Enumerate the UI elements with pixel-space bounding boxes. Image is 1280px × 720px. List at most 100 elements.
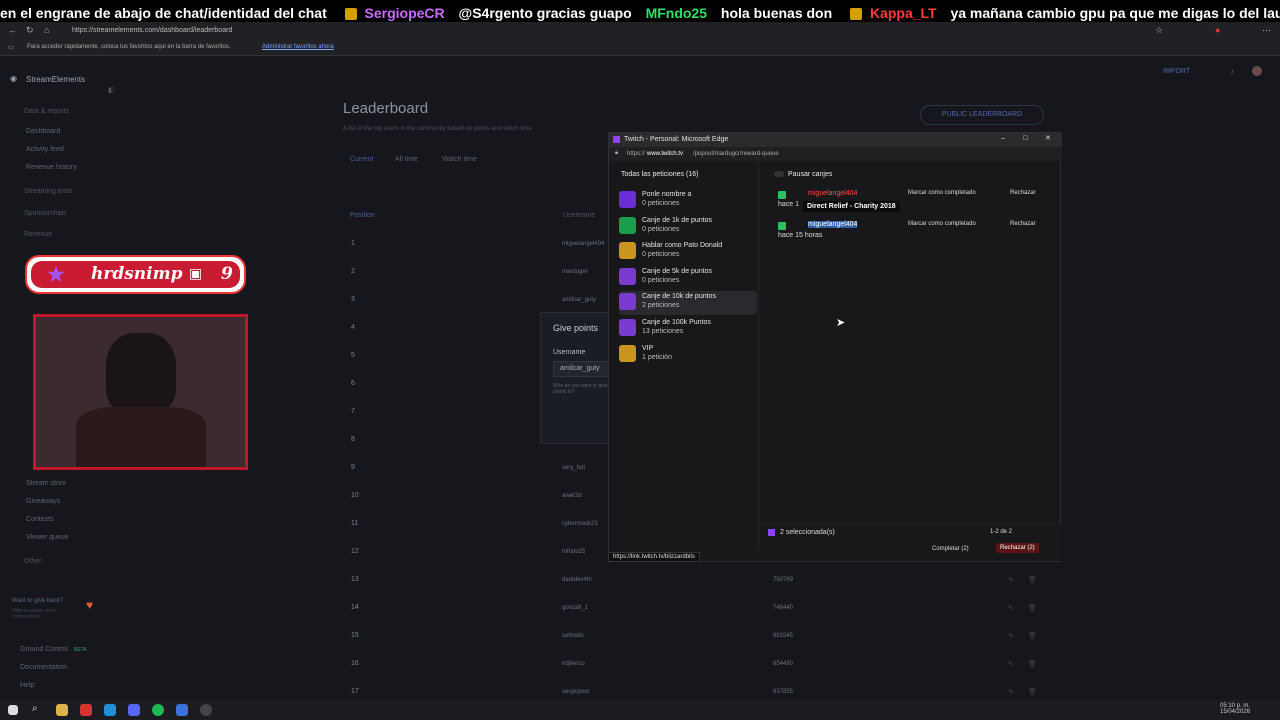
tab-watch-time[interactable]: Watch time [442, 156, 477, 163]
tab-current[interactable]: Current [350, 156, 373, 163]
reward-item[interactable]: Hablar como Pato Donald 0 peticiones [619, 240, 757, 264]
mark-complete-button[interactable]: Marcar como completado [908, 190, 976, 196]
home-icon[interactable]: ⌂ [44, 25, 49, 35]
reward-item[interactable]: Canje de 5k de puntos 0 peticiones [619, 266, 757, 290]
pause-toggle[interactable] [774, 171, 784, 177]
clock-date: 15/04/2026 [1220, 709, 1251, 715]
row-points: 746440 [773, 605, 794, 611]
row-username: marduger [562, 269, 588, 275]
lock-icon: 🔒︎ [615, 150, 619, 156]
section-streaming-tools[interactable]: Streaming tools [24, 188, 73, 195]
manage-bookmarks-link[interactable]: Administrar favoritos ahora [262, 44, 334, 50]
badge-username: hrdsnimp [91, 264, 183, 284]
menu-icon[interactable]: ⋯ [1262, 25, 1271, 36]
row-points: 654480 [773, 661, 794, 667]
edit-icon[interactable]: ✎ [1008, 660, 1014, 668]
url-field[interactable]: https://streamelements.com/dashboard/lea… [72, 27, 232, 34]
reward-item[interactable]: Ponle nombre a 0 peticiones [619, 189, 757, 213]
sidebar-item-contests[interactable]: Contests [26, 516, 54, 523]
tab-all-time[interactable]: All time [395, 156, 418, 163]
delete-icon[interactable]: 🗑︎ [1028, 576, 1037, 584]
reject-all-button[interactable]: Rechazar (2) [996, 543, 1039, 553]
delete-icon[interactable]: 🗑︎ [1028, 632, 1037, 640]
delete-icon[interactable]: 🗑︎ [1028, 688, 1037, 696]
sub-badge-overlay: ★ hrdsnimp ▣ 9 [25, 255, 246, 294]
complete-all-button[interactable]: Completar (2) [932, 546, 969, 552]
ground-control-link[interactable]: Ground Control [20, 646, 68, 653]
edit-icon[interactable]: ✎ [1008, 604, 1014, 612]
reward-name: Canje de 10k de puntos [642, 293, 716, 301]
sidebar-item-dashboard[interactable]: Dashboard [26, 128, 60, 135]
public-leaderboard-button[interactable]: PUBLIC LEADERBOARD [920, 105, 1044, 125]
checkbox[interactable] [778, 222, 786, 230]
column-position[interactable]: Position [350, 212, 375, 219]
bell-icon[interactable]: ♪ [1230, 67, 1234, 76]
search-icon[interactable]: ⌕ [32, 703, 38, 714]
explorer-icon[interactable] [56, 704, 68, 716]
avatar[interactable] [1252, 66, 1262, 76]
minimize-icon[interactable]: – [1001, 135, 1005, 142]
select-all-checkbox[interactable] [768, 529, 775, 536]
person-head [106, 333, 176, 413]
row-points: 750769 [773, 577, 794, 583]
section-data-reports[interactable]: Data & reports [24, 108, 69, 115]
sidebar-item-other[interactable]: Other [24, 558, 42, 565]
sidebar-item-viewer-queue[interactable]: Viewer queue [26, 534, 69, 541]
edit-icon[interactable]: ✎ [1008, 632, 1014, 640]
row-points: 637855 [773, 689, 794, 695]
all-requests[interactable]: Todas las peticiones (16) [621, 171, 698, 178]
maximize-icon[interactable]: □ [1023, 135, 1027, 142]
reward-icon [619, 267, 636, 285]
obs-icon[interactable] [200, 704, 212, 716]
delete-icon[interactable]: 🗑︎ [1028, 660, 1037, 668]
help-link[interactable]: Help [20, 682, 34, 689]
reward-name: VIP [642, 344, 654, 352]
reward-item[interactable]: VIP 1 petición [619, 343, 757, 367]
import-button[interactable]: IMPORT [1163, 68, 1190, 75]
close-icon[interactable]: ✕ [1045, 134, 1051, 142]
edge-icon[interactable] [104, 704, 116, 716]
edit-icon[interactable]: ✎ [1008, 688, 1014, 696]
reject-button[interactable]: Rechazar [1010, 190, 1036, 196]
spotify-icon[interactable] [152, 704, 164, 716]
star-icon[interactable]: ☆ [1155, 25, 1163, 36]
request-time: hace 1 [778, 201, 800, 208]
reject-button[interactable]: Rechazar [1010, 221, 1036, 227]
refresh-icon[interactable]: ↻ [26, 25, 34, 36]
system-clock[interactable]: 05:10 p. m. 15/04/2026 [1220, 703, 1250, 715]
row-username: gonzalt_1 [562, 605, 589, 611]
start-icon[interactable] [8, 705, 18, 715]
sidebar-item-giveaways[interactable]: Giveaways [26, 498, 60, 505]
rewards-list: Todas las peticiones (16) Ponle nombre a… [609, 161, 759, 551]
extension-icon[interactable]: ● [1215, 25, 1220, 35]
row-username: irdjferico [562, 661, 585, 667]
documentation-link[interactable]: Documentation [20, 664, 67, 671]
delete-icon[interactable]: 🗑︎ [1028, 604, 1037, 612]
crown-icon [850, 8, 863, 21]
checkbox[interactable] [778, 191, 786, 199]
window-titlebar: Twitch - Personal: Microsoft Edge – □ ✕ [609, 133, 1062, 147]
requests-area: Pausar canjes miguelangel404 hace 1 Marc… [760, 161, 1062, 551]
reward-item[interactable]: Canje de 100k Puntos 13 peticiones [619, 317, 757, 341]
row-position: 9 [351, 464, 355, 471]
sidebar-item-revenue[interactable]: Revenue [24, 231, 52, 238]
reward-item[interactable]: Canje de 1k de puntos 0 peticiones [619, 215, 757, 239]
mark-complete-button[interactable]: Marcar como completado [908, 221, 976, 227]
edit-icon[interactable]: ✎ [1008, 576, 1014, 584]
collapse-icon[interactable]: ◧ [108, 86, 115, 94]
row-position: 7 [351, 408, 355, 415]
row-position: 3 [351, 296, 355, 303]
app-icon[interactable] [80, 704, 92, 716]
app-icon[interactable] [176, 704, 188, 716]
reward-item[interactable]: Canje de 10k de puntos 2 peticiones [619, 291, 757, 316]
discord-icon[interactable] [128, 704, 140, 716]
reward-icon [619, 216, 636, 234]
column-username[interactable]: Username [563, 212, 595, 219]
sidebar-item-activity[interactable]: Activity feed [26, 146, 64, 153]
back-icon[interactable]: ← [8, 25, 17, 35]
sidebar-item-stream-store[interactable]: Stream store [26, 480, 66, 487]
reward-name: Canje de 5k de puntos [642, 267, 713, 275]
sidebar-item-sponsorships[interactable]: Sponsorships [24, 210, 66, 217]
give-back-title: Want to give back? [12, 598, 63, 604]
sidebar-item-revenue-history[interactable]: Revenue history [26, 164, 77, 171]
